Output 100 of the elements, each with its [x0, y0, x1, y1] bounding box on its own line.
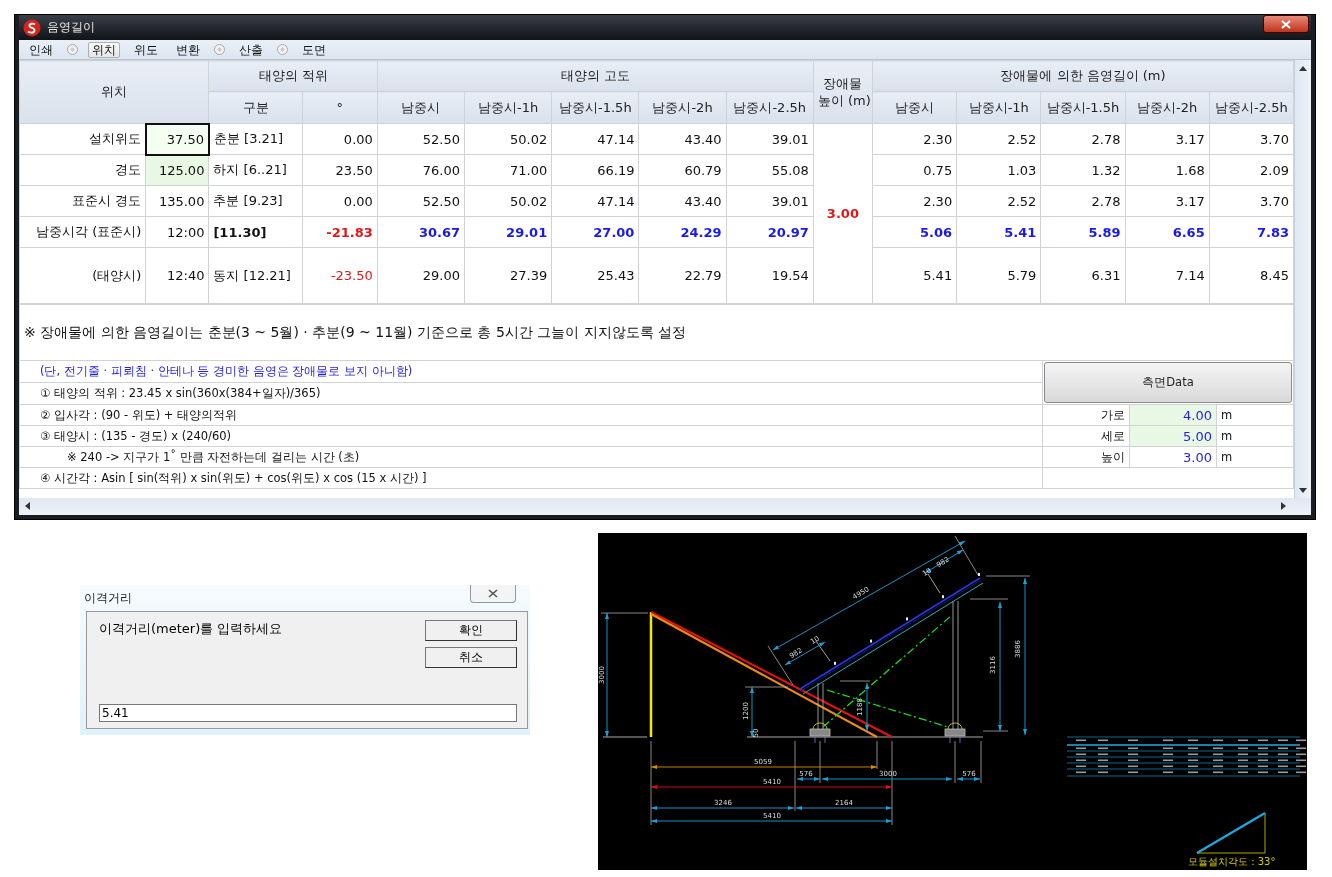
table-cell: 3.70 — [1209, 123, 1294, 155]
table-cell: 7.14 — [1125, 247, 1210, 304]
dialog-button[interactable]: 취소 — [425, 647, 517, 668]
table-cell: 50.02 — [464, 123, 552, 155]
menu-item[interactable]: 위치 — [88, 41, 120, 58]
table-cell: 0.00 — [302, 123, 378, 155]
table-cell: 52.50 — [377, 123, 465, 155]
table-cell: 0.75 — [872, 154, 957, 186]
angle-label: 모듈설치각도 : 33° — [1188, 856, 1276, 867]
table-cell: 1.32 — [1040, 154, 1126, 186]
menu-item[interactable]: 변환 — [172, 41, 204, 58]
menu-item[interactable]: 도면 — [298, 41, 330, 58]
column-header: 남중시-2h — [1125, 91, 1210, 124]
input-field[interactable]: 5.41 — [99, 704, 517, 722]
radio-icon[interactable] — [67, 44, 78, 55]
formula-text: ※ 240 -> 지구가 1˚ 만큼 자전하는데 걸리는 시간 (초) — [19, 446, 1043, 468]
dialog-button[interactable]: 확인 — [425, 620, 517, 641]
value-cell[interactable]: 37.50 — [145, 123, 209, 155]
table-cell: -23.50 — [302, 247, 378, 304]
table-cell: 8.45 — [1209, 247, 1294, 304]
column-header: 남중시 — [377, 91, 465, 124]
radio-icon[interactable] — [214, 44, 225, 55]
table-cell: 27.00 — [551, 216, 639, 248]
table-cell: -21.83 — [302, 216, 378, 248]
column-header: 남중시-2.5h — [1209, 91, 1294, 124]
table-cell: 60.79 — [638, 154, 727, 186]
column-header: 남중시 — [872, 91, 957, 124]
horizontal-scrollbar[interactable] — [19, 498, 1311, 515]
table-cell: 50.02 — [464, 185, 552, 217]
app-logo-icon — [23, 18, 41, 37]
row-label: 경도 — [19, 154, 146, 186]
table-cell: 27.39 — [464, 247, 552, 304]
table-cell: 2.30 — [872, 185, 957, 217]
table-cell: 1.68 — [1125, 154, 1210, 186]
column-header: 태양의 고도 — [377, 60, 814, 92]
table-cell: 2.78 — [1040, 123, 1126, 155]
table-cell: 춘분 [3.21] — [208, 123, 303, 155]
side-data-button[interactable]: 측면Data — [1044, 362, 1292, 403]
value-cell[interactable]: 125.00 — [145, 154, 209, 186]
formula-text: (단, 전기줄 · 피뢰침 · 안테나 등 경미한 음영은 장애물로 보지 아니함) — [19, 360, 1043, 383]
value-cell: 12:40 — [145, 247, 209, 304]
close-button[interactable] — [1263, 15, 1309, 33]
table-cell: 1.03 — [956, 154, 1041, 186]
column-header: 남중시-2h — [638, 91, 727, 124]
table-cell: 하지 [6..21] — [208, 154, 303, 186]
vertical-scrollbar[interactable] — [1294, 60, 1311, 498]
table-cell: 5.06 — [872, 216, 957, 248]
table-cell: 43.40 — [638, 123, 727, 155]
unit-label: m — [1216, 425, 1294, 447]
table-cell: 39.01 — [726, 123, 814, 155]
menu-item[interactable]: 위도 — [130, 41, 162, 58]
column-header: 위치 — [19, 60, 209, 124]
table-cell: 2.52 — [956, 123, 1041, 155]
table-cell: 추분 [9.23] — [208, 185, 303, 217]
formula-text: ④ 시간각 : Asin [ sin(적위) x sin(위도) + cos(위도) x cos (15 x 시간) ] — [19, 467, 1043, 489]
table-cell: 47.14 — [551, 123, 639, 155]
table-cell: 0.00 — [302, 185, 378, 217]
table-cell: 3.00 — [813, 123, 873, 304]
column-header: ° — [302, 91, 378, 124]
column-header: 남중시-1h — [464, 91, 552, 124]
table-cell: 24.29 — [638, 216, 727, 248]
table-cell: 5.79 — [956, 247, 1041, 304]
table-cell: 동지 [12.21] — [208, 247, 303, 304]
dialog-title: 이격거리 — [84, 589, 132, 607]
table-cell: 3.70 — [1209, 185, 1294, 217]
close-icon — [488, 589, 498, 598]
window-title: 음영길이 — [47, 19, 95, 36]
field-label: 가로 — [1042, 404, 1130, 426]
table-cell: 3.17 — [1125, 123, 1210, 155]
table-cell: 5.89 — [1040, 216, 1126, 248]
column-header: 남중시-1.5h — [551, 91, 639, 124]
row-label: 남중시각 (표준시) — [19, 216, 146, 248]
field-label: 높이 — [1042, 446, 1130, 468]
table-cell: [11.30] — [208, 216, 303, 248]
unit-label: m — [1216, 404, 1294, 426]
table-cell: 29.00 — [377, 247, 465, 304]
field-label: 세로 — [1042, 425, 1130, 447]
table-cell: 2.52 — [956, 185, 1041, 217]
column-header: 남중시-1.5h — [1040, 91, 1126, 124]
formula-text: ② 입사각 : (90 - 위도) + 태양의적위 — [19, 404, 1043, 426]
column-header: 태양의 적위 — [208, 60, 378, 92]
column-header: 남중시-2.5h — [726, 91, 814, 124]
row-label: (태양시) — [19, 247, 146, 304]
table-cell: 43.40 — [638, 185, 727, 217]
row-label: 표준시 경도 — [19, 185, 146, 217]
table-cell: 52.50 — [377, 185, 465, 217]
prompt-text: 이격거리(meter)를 입력하세요 — [99, 620, 283, 638]
table-cell: 30.67 — [377, 216, 465, 248]
table-cell: 47.14 — [551, 185, 639, 217]
column-header: 장애물 높이 (m) — [813, 60, 873, 124]
value-cell: 135.00 — [145, 185, 209, 217]
table-cell: 66.19 — [551, 154, 639, 186]
column-header: 구분 — [208, 91, 303, 124]
table-cell: 29.01 — [464, 216, 552, 248]
value-cell: 3.00 — [1129, 446, 1217, 468]
table-cell: 5.41 — [956, 216, 1041, 248]
table-cell: 5.41 — [872, 247, 957, 304]
radio-icon[interactable] — [277, 44, 288, 55]
menu-item[interactable]: 인쇄 — [25, 41, 57, 58]
menu-item[interactable]: 산출 — [235, 41, 267, 58]
